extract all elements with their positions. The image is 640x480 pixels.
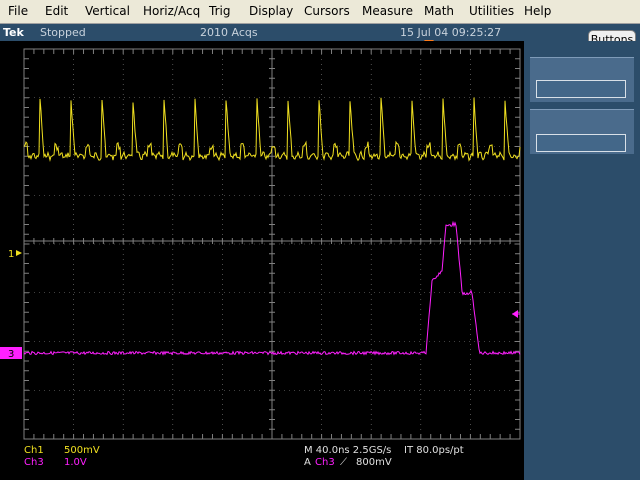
menu-horiz-acq[interactable]: Horiz/Acq xyxy=(143,4,200,18)
trigger-level[interactable]: 800mV xyxy=(356,457,392,468)
acquisition-count: 2010 Acqs xyxy=(200,26,258,39)
menu-trig[interactable]: Trig xyxy=(209,4,230,18)
menu-display[interactable]: Display xyxy=(249,4,293,18)
date-time: 15 Jul 04 09:25:27 xyxy=(400,26,502,39)
trigger-prefix: A xyxy=(304,457,311,468)
run-state: Stopped xyxy=(40,26,86,39)
ch1-label[interactable]: Ch1 xyxy=(24,445,44,456)
panel-field-1[interactable] xyxy=(536,80,626,98)
status-bar: Tek Stopped 2010 Acqs 15 Jul 04 09:25:27 xyxy=(0,24,640,41)
readout-area: Ch1 500mV Ch3 1.0V M 40.0ns 2.5GS/s IT 8… xyxy=(0,443,524,480)
ch3-marker-label: 3 xyxy=(8,349,14,360)
interp-readout: IT 80.0ps/pt xyxy=(404,445,464,456)
menu-edit[interactable]: Edit xyxy=(45,4,68,18)
side-panel xyxy=(524,41,640,480)
menu-vertical[interactable]: Vertical xyxy=(85,4,130,18)
trigger-slope-icon: ⟋ xyxy=(340,457,347,468)
menu-measure[interactable]: Measure xyxy=(362,4,413,18)
ch1-marker-label: 1 xyxy=(8,249,14,260)
menu-utilities[interactable]: Utilities xyxy=(469,4,514,18)
menu-math[interactable]: Math xyxy=(424,4,454,18)
menu-bar: File Edit Vertical Horiz/Acq Trig Displa… xyxy=(0,0,640,24)
menu-cursors[interactable]: Cursors xyxy=(304,4,350,18)
menu-file[interactable]: File xyxy=(8,4,28,18)
ch1-scale[interactable]: 500mV xyxy=(64,445,100,456)
menu-help[interactable]: Help xyxy=(524,4,551,18)
panel-section-2 xyxy=(530,109,634,154)
panel-section-1 xyxy=(530,57,634,102)
ch3-scale[interactable]: 1.0V xyxy=(64,457,87,468)
brand-logo: Tek xyxy=(3,26,24,39)
trigger-source[interactable]: Ch3 xyxy=(315,457,335,468)
ch3-label[interactable]: Ch3 xyxy=(24,457,44,468)
timebase-readout[interactable]: M 40.0ns 2.5GS/s xyxy=(304,445,391,456)
panel-field-2[interactable] xyxy=(536,134,626,152)
ch3-marker[interactable]: 3 xyxy=(0,347,22,360)
waveform-display[interactable]: 1 3 xyxy=(0,41,524,443)
